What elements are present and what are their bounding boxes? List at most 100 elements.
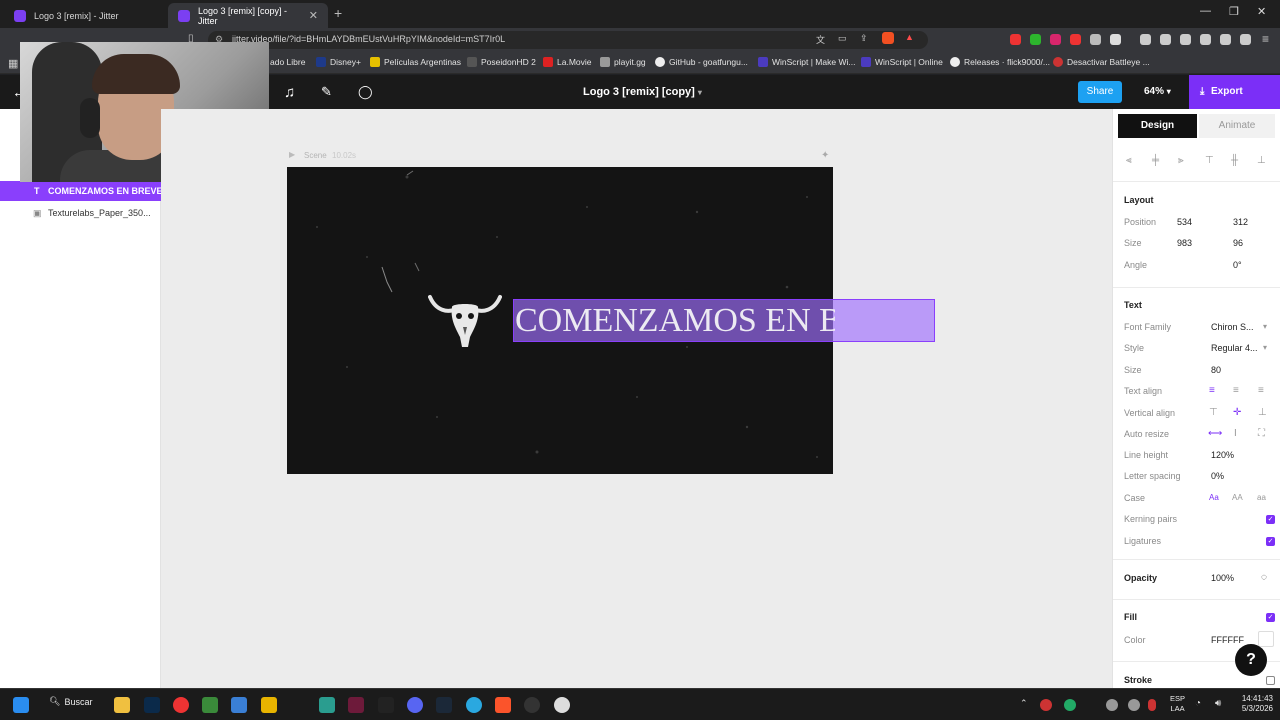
app-white-icon[interactable] (554, 697, 570, 713)
ligatures-checkbox[interactable]: ✓ (1266, 537, 1275, 546)
opacity-drop-icon[interactable]: ◌ (1261, 572, 1267, 583)
new-tab-icon[interactable]: + (334, 5, 342, 21)
font-style-select[interactable]: Regular 4... (1211, 343, 1258, 353)
bookmark-item[interactable]: Disney+ (316, 57, 361, 67)
app-r-icon[interactable] (261, 697, 277, 713)
recorder-icon[interactable] (173, 697, 189, 713)
position-y-input[interactable]: 312 (1233, 217, 1248, 227)
bookmark-item[interactable]: playit.gg (600, 57, 646, 67)
comment-icon[interactable]: ◯ (358, 84, 373, 100)
wallet-icon[interactable] (1200, 34, 1211, 45)
tray-app-icon[interactable] (1064, 699, 1076, 711)
menu-icon[interactable]: ≡ (1262, 32, 1269, 46)
apps-grid-icon[interactable]: ▦ (8, 57, 18, 70)
extension-download-icon[interactable] (1030, 34, 1041, 45)
app-x-icon[interactable] (319, 697, 335, 713)
bookmark-item[interactable]: WinScript | Make Wi... (758, 57, 855, 67)
epic-games-icon[interactable] (378, 697, 394, 713)
app-v-icon[interactable] (348, 697, 364, 713)
share-button[interactable]: Share (1078, 81, 1122, 103)
extension-red-icon[interactable] (1010, 34, 1021, 45)
app-gear-icon[interactable] (524, 697, 540, 713)
fixed-size-icon[interactable]: ⛶ (1258, 428, 1265, 439)
bookmark-item[interactable]: PoseidonHD 2 (467, 57, 536, 67)
bookmark-item[interactable]: Desactivar Battleye ... (1053, 57, 1150, 67)
export-button[interactable]: ⤓ Export (1189, 75, 1280, 109)
shield-icon[interactable] (1240, 34, 1251, 45)
bookmark-item[interactable]: La.Movie (543, 57, 592, 67)
tray-chevron-icon[interactable]: ⌃ (1020, 698, 1028, 709)
sparkle-icon[interactable]: ✦ (821, 150, 829, 161)
sidebar-icon[interactable] (1180, 34, 1191, 45)
steam-icon[interactable] (436, 697, 452, 713)
bookmark-item[interactable]: WinScript | Online (861, 57, 943, 67)
valign-middle-icon[interactable]: ✛ (1233, 407, 1241, 418)
valign-bottom-icon[interactable]: ⊥ (1258, 407, 1267, 418)
document-title[interactable]: Logo 3 [remix] [copy] ▾ (583, 86, 702, 98)
valign-top-icon[interactable]: ⊤ (1209, 407, 1218, 418)
width-input[interactable]: 983 (1177, 238, 1192, 248)
restore-icon[interactable]: ❐ (1229, 5, 1239, 18)
vpn-icon[interactable] (1220, 34, 1231, 45)
microphone-icon[interactable] (1148, 699, 1156, 711)
align-center-v-icon[interactable]: ╫ (1231, 155, 1238, 166)
windows-start-icon[interactable] (13, 697, 29, 713)
extension-gear-icon[interactable] (1110, 34, 1121, 45)
text-align-right-icon[interactable]: ≡ (1258, 385, 1264, 396)
tray-app-icon[interactable] (1106, 699, 1118, 711)
app-wolf-icon[interactable] (231, 697, 247, 713)
auto-width-icon[interactable]: ⟷ (1208, 428, 1222, 439)
layer-item-text[interactable]: T COMENZAMOS EN BREVE (0, 181, 161, 201)
file-explorer-icon[interactable] (114, 697, 130, 713)
language-indicator[interactable]: ESP LAA (1170, 694, 1185, 714)
align-right-icon[interactable]: ⫸ (1178, 155, 1184, 166)
tray-app-icon[interactable] (1040, 699, 1052, 711)
tab-logo-remix[interactable]: Logo 3 [remix] - Jitter (4, 3, 164, 28)
app-blue-icon[interactable] (466, 697, 482, 713)
close-tab-icon[interactable]: ✕ (309, 9, 318, 22)
tab-design[interactable]: Design (1118, 114, 1197, 138)
close-window-icon[interactable]: ✕ (1257, 5, 1266, 18)
pen-tool-icon[interactable]: ✎ (321, 84, 332, 100)
auto-height-icon[interactable]: I (1234, 428, 1237, 439)
url-bar[interactable]: ⚙ jitter.video/file/?id=BHmLAYDBmEUstVuH… (208, 31, 928, 49)
case-title-option[interactable]: Aa (1209, 493, 1219, 502)
brave-shield-icon[interactable] (882, 32, 894, 44)
angle-input[interactable]: 0° (1233, 260, 1242, 270)
align-bottom-icon[interactable]: ⊥ (1257, 155, 1266, 166)
line-height-input[interactable]: 120% (1211, 450, 1234, 460)
bookmark-item[interactable]: GitHub - goatfungu... (655, 57, 748, 67)
tab-logo-remix-copy[interactable]: Logo 3 [remix] [copy] - Jitter ✕ (168, 3, 328, 28)
wifi-icon[interactable]: ◔ (1195, 698, 1201, 709)
height-input[interactable]: 96 (1233, 238, 1243, 248)
align-top-icon[interactable]: ⊤ (1205, 155, 1214, 166)
volume-icon[interactable]: 🔊︎ (1215, 698, 1221, 709)
position-x-input[interactable]: 534 (1177, 217, 1192, 227)
cast-icon[interactable]: ▭ (838, 33, 847, 44)
font-size-input[interactable]: 80 (1211, 365, 1221, 375)
bookmark-item[interactable]: ado Libre (270, 57, 305, 67)
extension-puzzle-icon[interactable] (1090, 34, 1101, 45)
opacity-input[interactable]: 100% (1211, 573, 1234, 583)
bookmark-item[interactable]: Releases · flick9000/... (950, 57, 1050, 67)
minimize-icon[interactable]: — (1200, 5, 1211, 17)
align-center-h-icon[interactable]: ╪ (1152, 155, 1159, 166)
brave-rewards-icon[interactable]: ▲ (905, 32, 914, 42)
help-button[interactable]: ? (1235, 644, 1267, 676)
taskbar-search[interactable]: 🔍︎ Buscar (49, 696, 92, 707)
media-icon[interactable] (1160, 34, 1171, 45)
tray-app-icon[interactable] (1128, 699, 1140, 711)
brave-icon[interactable] (495, 697, 511, 713)
play-scene-icon[interactable]: ▶ (289, 150, 295, 159)
kerning-checkbox[interactable]: ✓ (1266, 515, 1275, 524)
share-page-icon[interactable]: ⇪ (860, 33, 868, 44)
minecraft-icon[interactable] (202, 697, 218, 713)
text-align-left-icon[interactable]: ≡ (1209, 385, 1215, 396)
bookmark-item[interactable]: Películas Argentinas (370, 57, 461, 67)
text-align-center-icon[interactable]: ≡ (1233, 385, 1239, 396)
discord-icon[interactable] (407, 697, 423, 713)
letter-spacing-input[interactable]: 0% (1211, 471, 1224, 481)
canvas-text-layer[interactable]: COMENZAMOS EN B (515, 300, 835, 342)
tab-animate[interactable]: Animate (1199, 114, 1275, 138)
align-left-icon[interactable]: ⫷ (1126, 155, 1132, 166)
